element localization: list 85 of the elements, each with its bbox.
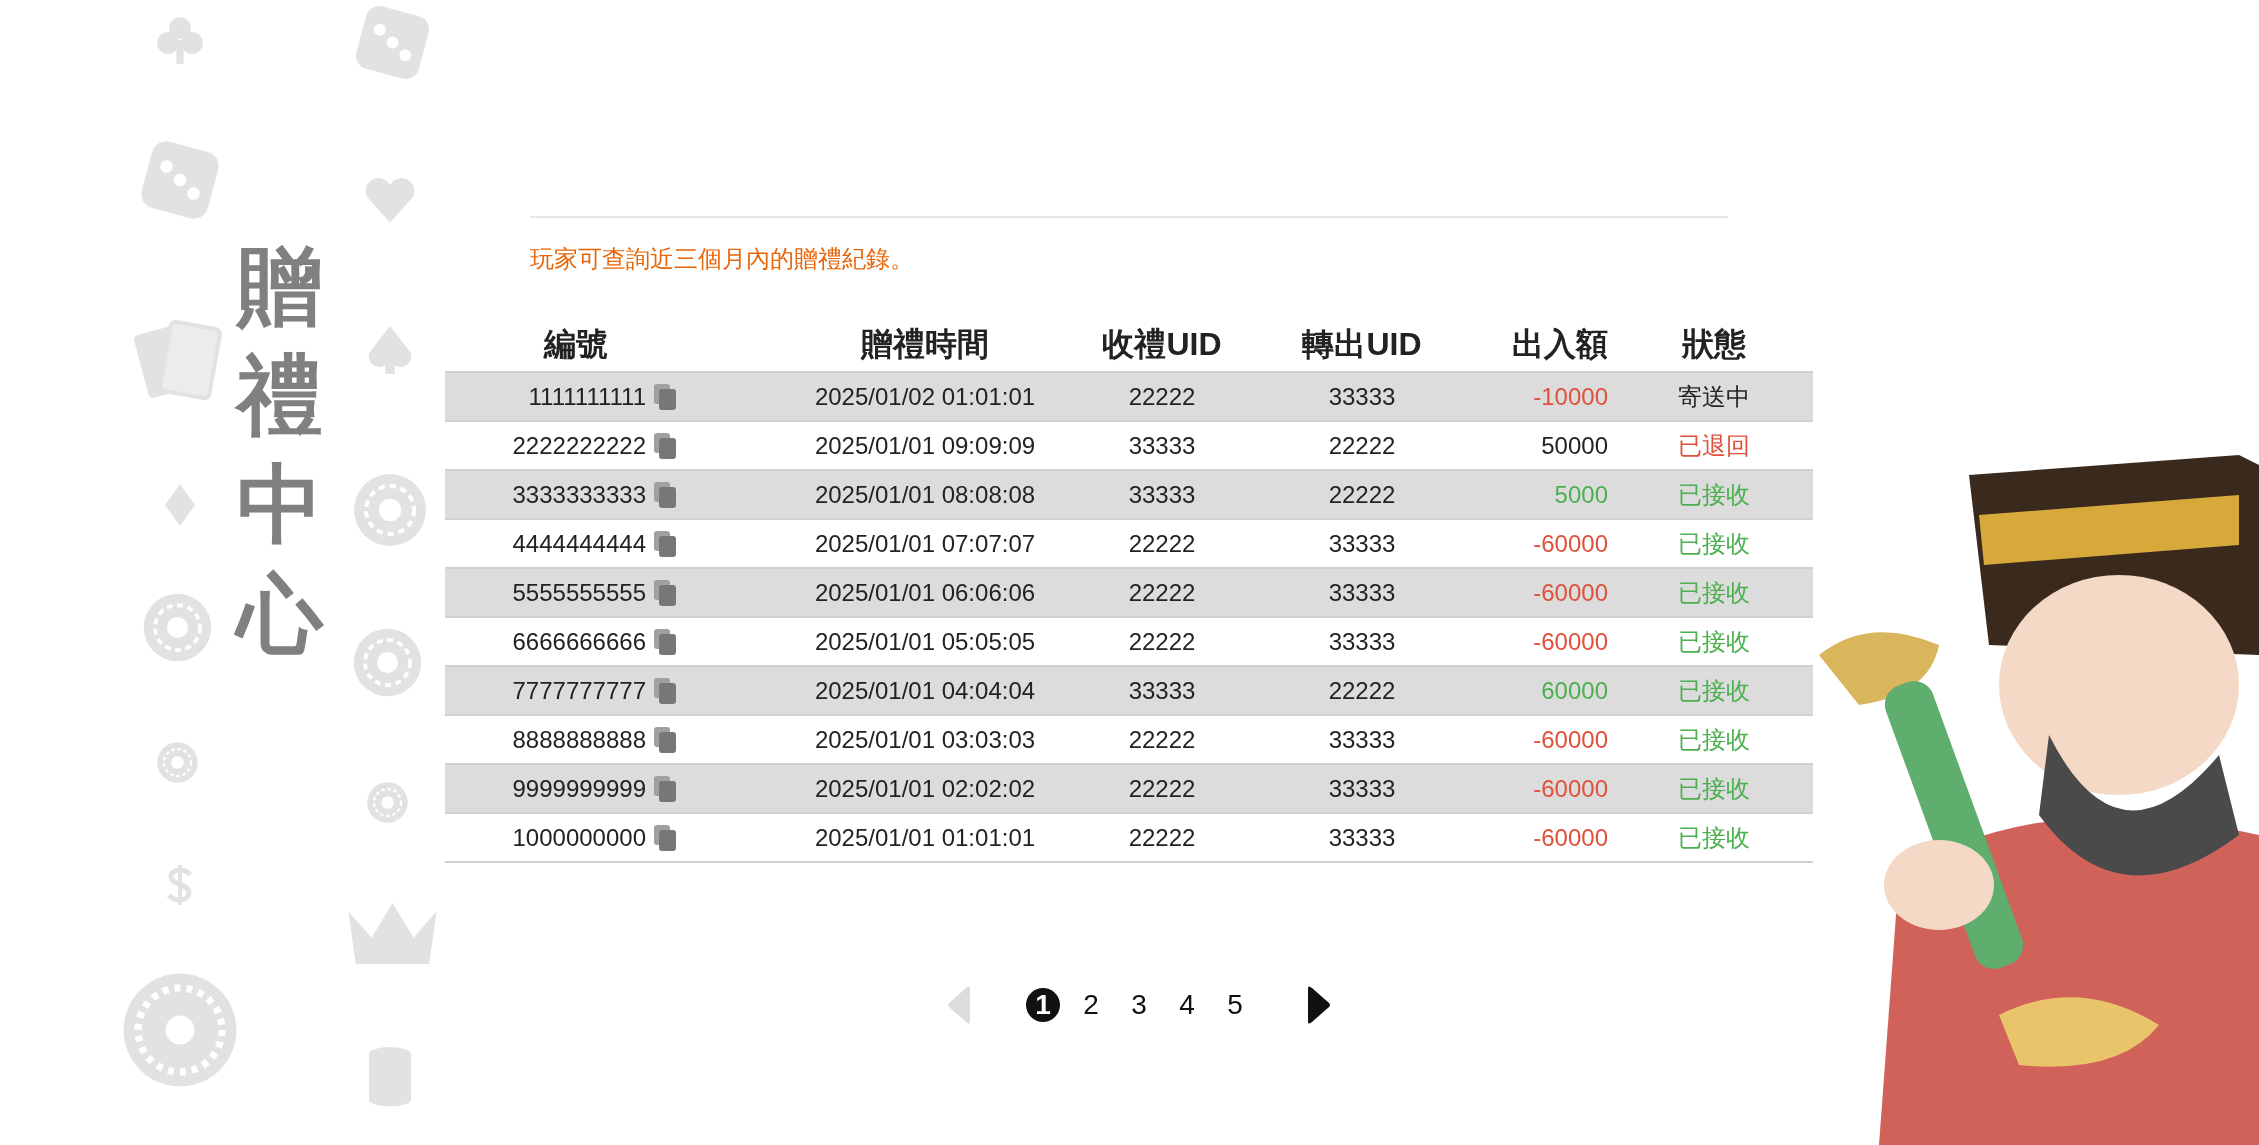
status-text: 寄送中 xyxy=(1678,381,1750,412)
table-cell-text: 7777777777 xyxy=(512,675,646,706)
table-cell-text: 33333 xyxy=(1128,479,1196,510)
table-cell-text: 22222 xyxy=(1128,822,1196,853)
page-number[interactable]: 2 xyxy=(1074,988,1108,1022)
table-cell-text: 2025/01/01 03:03:03 xyxy=(814,724,1036,755)
copy-icon[interactable] xyxy=(654,628,676,655)
column-header: 轉出UID xyxy=(1302,325,1422,364)
table-cell-text: 5000 xyxy=(1554,479,1608,510)
table-cell-text: -60000 xyxy=(1533,577,1608,608)
table-cell-text: -60000 xyxy=(1533,528,1608,559)
table-cell-text: 2222222222 xyxy=(512,430,646,461)
status-text: 已接收 xyxy=(1678,773,1750,804)
table-cell-text: 50000 xyxy=(1541,430,1608,461)
table-cell-text: 2025/01/01 09:09:09 xyxy=(814,430,1036,461)
page-number[interactable]: 4 xyxy=(1170,988,1204,1022)
copy-icon[interactable] xyxy=(654,383,676,410)
table-cell-text: 22222 xyxy=(1128,381,1196,412)
column-header: 收禮UID xyxy=(1102,325,1222,364)
column-header: 狀態 xyxy=(1682,325,1746,364)
table-cell-text: -60000 xyxy=(1533,822,1608,853)
copy-icon[interactable] xyxy=(654,530,676,557)
table-cell-text: 22222 xyxy=(1328,430,1396,461)
table-cell-text: 33333 xyxy=(1328,577,1396,608)
table-cell-text: 22222 xyxy=(1128,528,1196,559)
status-text: 已接收 xyxy=(1678,626,1750,657)
table-cell-text: 22222 xyxy=(1128,577,1196,608)
copy-icon[interactable] xyxy=(654,824,676,851)
copy-icon[interactable] xyxy=(654,726,676,753)
page-number[interactable]: 3 xyxy=(1122,988,1156,1022)
table-cell-text: 2025/01/02 01:01:01 xyxy=(814,381,1036,412)
table-cell-text: 33333 xyxy=(1328,626,1396,657)
poker-chip-icon xyxy=(365,780,410,825)
table-cell-text: 2025/01/01 06:06:06 xyxy=(814,577,1036,608)
status-text: 已退回 xyxy=(1678,430,1750,461)
status-text: 已接收 xyxy=(1678,577,1750,608)
table-cell-text: 1111111111 xyxy=(528,381,646,412)
table-cell-text: 33333 xyxy=(1328,381,1396,412)
table-cell-text: 3333333333 xyxy=(512,479,646,510)
notice-text: 玩家可查詢近三個月內的贈禮紀錄。 xyxy=(530,244,915,274)
table-cell-text: -60000 xyxy=(1533,724,1608,755)
table-cell-text: 2025/01/01 05:05:05 xyxy=(814,626,1036,657)
table-cell-text: 22222 xyxy=(1128,626,1196,657)
column-header: 出入額 xyxy=(1512,325,1608,364)
table-cell-text: 9999999999 xyxy=(512,773,646,804)
table-cell-text: 60000 xyxy=(1541,675,1608,706)
table-cell-text: 33333 xyxy=(1328,822,1396,853)
table-cell-text: 2025/01/01 02:02:02 xyxy=(814,773,1036,804)
table-cell-text: -60000 xyxy=(1533,773,1608,804)
table-cell-text: 33333 xyxy=(1328,773,1396,804)
table-cell-text: 22222 xyxy=(1128,773,1196,804)
poker-chip-icon xyxy=(155,740,200,785)
table-cell-text: 8888888888 xyxy=(512,724,646,755)
table-cell-text: 22222 xyxy=(1328,675,1396,706)
status-text: 已接收 xyxy=(1678,724,1750,755)
table-cell-text: 33333 xyxy=(1128,430,1196,461)
copy-icon[interactable] xyxy=(654,481,676,508)
status-text: 已接收 xyxy=(1678,479,1750,510)
table-cell-text: 2025/01/01 01:01:01 xyxy=(814,822,1036,853)
page-number[interactable]: 5 xyxy=(1218,988,1252,1022)
copy-icon[interactable] xyxy=(654,579,676,606)
copy-icon[interactable] xyxy=(654,775,676,802)
status-text: 已接收 xyxy=(1678,528,1750,559)
table-cell-text: 5555555555 xyxy=(512,577,646,608)
status-text: 已接收 xyxy=(1678,675,1750,706)
table-cell-text: -60000 xyxy=(1533,626,1608,657)
table-cell-text: 22222 xyxy=(1128,724,1196,755)
table-cell-text: 2025/01/01 04:04:04 xyxy=(814,675,1036,706)
table-cell-text: 2025/01/01 07:07:07 xyxy=(814,528,1036,559)
table-cell-text: -10000 xyxy=(1533,381,1608,412)
column-header: 贈禮時間 xyxy=(861,325,989,364)
status-text: 已接收 xyxy=(1678,822,1750,853)
copy-icon[interactable] xyxy=(654,677,676,704)
table-cell-text: 33333 xyxy=(1328,724,1396,755)
table-cell-text: 33333 xyxy=(1128,675,1196,706)
table-cell-text: 4444444444 xyxy=(512,528,646,559)
copy-icon[interactable] xyxy=(654,432,676,459)
table-cell-text: 1000000000 xyxy=(512,822,646,853)
table-cell-text: 6666666666 xyxy=(512,626,646,657)
table-cell-text: 2025/01/01 08:08:08 xyxy=(814,479,1036,510)
column-header: 編號 xyxy=(544,325,608,364)
table-cell-text: 22222 xyxy=(1328,479,1396,510)
table-cell-text: 33333 xyxy=(1328,528,1396,559)
next-page-button[interactable] xyxy=(1306,985,1332,1025)
page-number[interactable]: 1 xyxy=(1026,988,1060,1022)
